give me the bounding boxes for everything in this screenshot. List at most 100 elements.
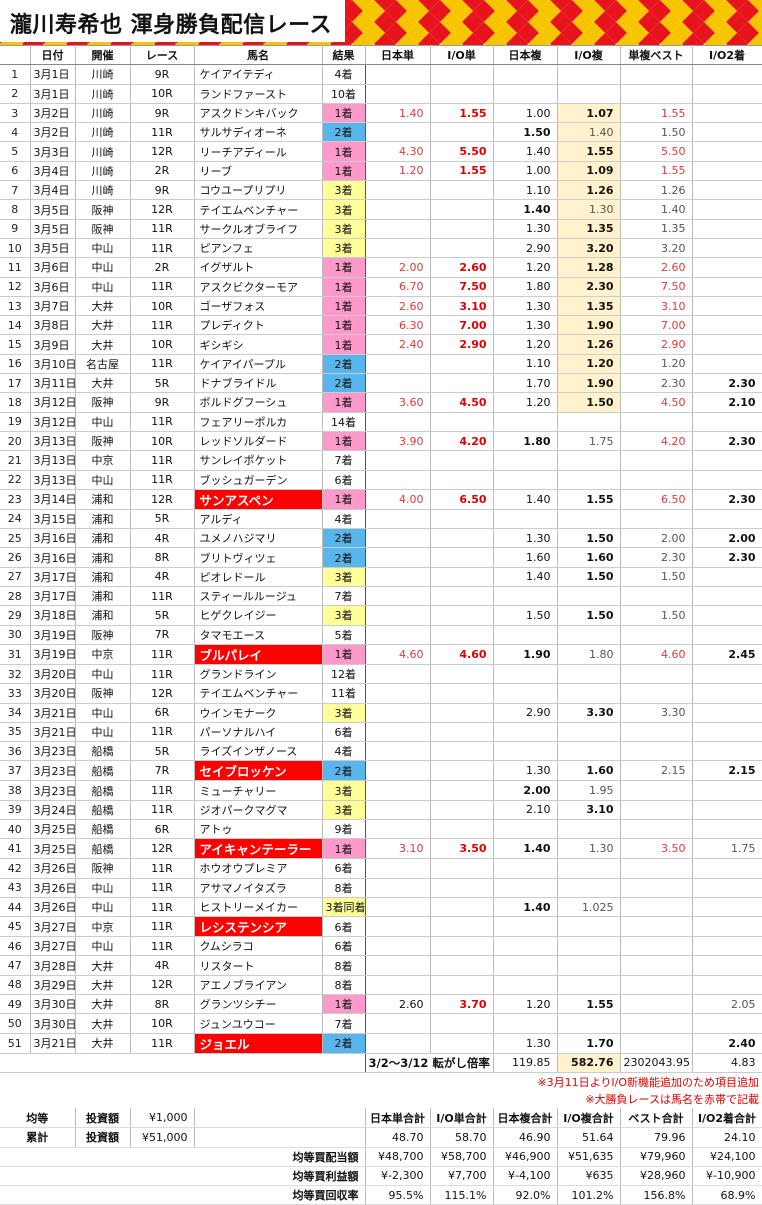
race-number: 12R (130, 838, 195, 860)
best-odds (620, 955, 693, 976)
race-row: 43 3月26日 中山 11R アサマノイタズラ 8着 (0, 878, 762, 898)
venue: 大井 (75, 315, 131, 336)
race-date: 3月23日 (30, 780, 76, 801)
finish-result: 7着 (322, 586, 366, 607)
row-number: 40 (0, 819, 31, 840)
race-number: 12R (130, 489, 195, 510)
race-date: 3月1日 (30, 84, 76, 104)
io-win-odds (430, 180, 494, 201)
io-place-odds: 1.07 (557, 103, 621, 124)
race-row: 50 3月30日 大井 10R ジュンユウコー 7着 (0, 1013, 762, 1034)
io-win-odds (430, 199, 494, 220)
best-odds: 2.60 (620, 257, 693, 278)
jp-place-odds: 1.10 (493, 180, 558, 201)
io-win-odds: 1.55 (430, 161, 494, 182)
venue: 川崎 (75, 161, 131, 182)
horse-name: スティールルージュ (194, 586, 323, 607)
jp-place-odds: 2.10 (493, 800, 558, 820)
venue: 中京 (75, 644, 131, 665)
best-odds: 1.40 (620, 199, 693, 220)
venue: 川崎 (75, 84, 131, 104)
summary-value: ¥79,960 (620, 1147, 693, 1167)
horse-name: ミューチャリー (194, 780, 323, 801)
race-date: 3月1日 (30, 64, 76, 85)
row-number: 26 (0, 547, 31, 568)
io-place-odds: 1.40 (557, 122, 621, 143)
venue: 大井 (75, 373, 131, 394)
note-big-race: ※大勝負レースは馬名を赤帯で記載 (585, 1093, 759, 1107)
race-row: 46 3月27日 中山 11R クムシラコ 6着 (0, 936, 762, 957)
io-place-odds (557, 741, 621, 762)
race-date: 3月13日 (30, 450, 76, 471)
io-second-odds (692, 858, 762, 879)
horse-name: タマモエース (194, 625, 323, 645)
venue: 阪神 (75, 683, 131, 704)
io-second-odds: 2.30 (692, 489, 762, 510)
race-row: 25 3月16日 浦和 4R ユメノハジマリ 2着 1.30 1.50 2.00 2.00 (0, 528, 762, 549)
race-row: 42 3月26日 阪神 11R ホウオウプレミア 6着 (0, 858, 762, 879)
row-number: 49 (0, 994, 31, 1015)
io-place-odds (557, 683, 621, 704)
best-odds: 1.55 (620, 103, 693, 124)
race-number: 10R (130, 296, 195, 317)
jp-place-odds: 1.50 (493, 122, 558, 143)
race-row: 9 3月5日 阪神 11R サークルオブライフ 3着 1.30 1.35 1.35 (0, 219, 762, 239)
finish-result: 8着 (322, 878, 366, 898)
best-odds (620, 858, 693, 879)
race-date: 3月26日 (30, 897, 76, 918)
race-number: 11R (130, 916, 195, 938)
jp-win-odds (365, 84, 431, 104)
rolling-label: 3/2〜3/12 転がし倍率 (365, 1052, 494, 1073)
race-number: 11R (130, 644, 195, 665)
horse-name: リーチアディール (194, 141, 323, 162)
jp-win-odds (365, 703, 431, 723)
best-odds (620, 84, 693, 104)
race-row: 26 3月16日 浦和 8R ブリトヴィツェ 2着 1.60 1.60 2.30 2.30 (0, 547, 762, 568)
io-win-odds (430, 122, 494, 143)
io-second-odds (692, 703, 762, 723)
race-number: 7R (130, 625, 195, 645)
race-date: 3月12日 (30, 392, 76, 413)
row-number: 35 (0, 722, 31, 743)
rolling-best: 2302043.95 (620, 1052, 693, 1073)
race-date: 3月30日 (30, 1013, 76, 1034)
jp-win-odds (365, 800, 431, 820)
summary-value: ¥-2,300 (365, 1166, 431, 1187)
race-date: 3月23日 (30, 741, 76, 762)
race-number: 12R (130, 683, 195, 704)
row-number: 28 (0, 586, 31, 607)
jp-place-odds: 1.20 (493, 334, 558, 355)
jp-place-odds: 1.30 (493, 760, 558, 782)
jp-place-odds (493, 586, 558, 607)
io-place-odds: 1.70 (557, 1033, 621, 1054)
io-second-odds: 2.45 (692, 644, 762, 665)
row-number: 45 (0, 916, 31, 938)
venue: 船橋 (75, 741, 131, 762)
io-win-odds (430, 897, 494, 918)
jp-place-odds: 1.10 (493, 354, 558, 375)
io-place-odds: 1.90 (557, 373, 621, 394)
best-odds: 3.50 (620, 838, 693, 860)
jp-place-odds (493, 64, 558, 85)
race-row: 24 3月15日 浦和 5R アルディ 4着 (0, 509, 762, 530)
io-win-odds (430, 703, 494, 723)
race-row: 29 3月18日 浦和 5R ヒゲクレイジー 3着 1.50 1.50 1.50 (0, 605, 762, 626)
title-banner: 瀧川寿希也 渾身勝負配信レース (0, 0, 762, 45)
io-second-odds: 2.05 (692, 994, 762, 1015)
row-number: 22 (0, 470, 31, 490)
row-number: 39 (0, 800, 31, 820)
best-odds: 1.55 (620, 161, 693, 182)
best-odds: 2.00 (620, 528, 693, 549)
summary-value: 156.8% (620, 1185, 693, 1205)
best-odds (620, 450, 693, 471)
jp-win-odds (365, 1033, 431, 1054)
venue: 浦和 (75, 567, 131, 588)
io-place-odds (557, 470, 621, 490)
best-odds (620, 412, 693, 432)
io-second-odds (692, 64, 762, 85)
summary-value: ¥48,700 (365, 1147, 431, 1167)
race-number: 11R (130, 897, 195, 918)
finish-result: 9着 (322, 819, 366, 840)
horse-name: ジョエル (194, 1033, 323, 1054)
race-date: 3月28日 (30, 955, 76, 976)
